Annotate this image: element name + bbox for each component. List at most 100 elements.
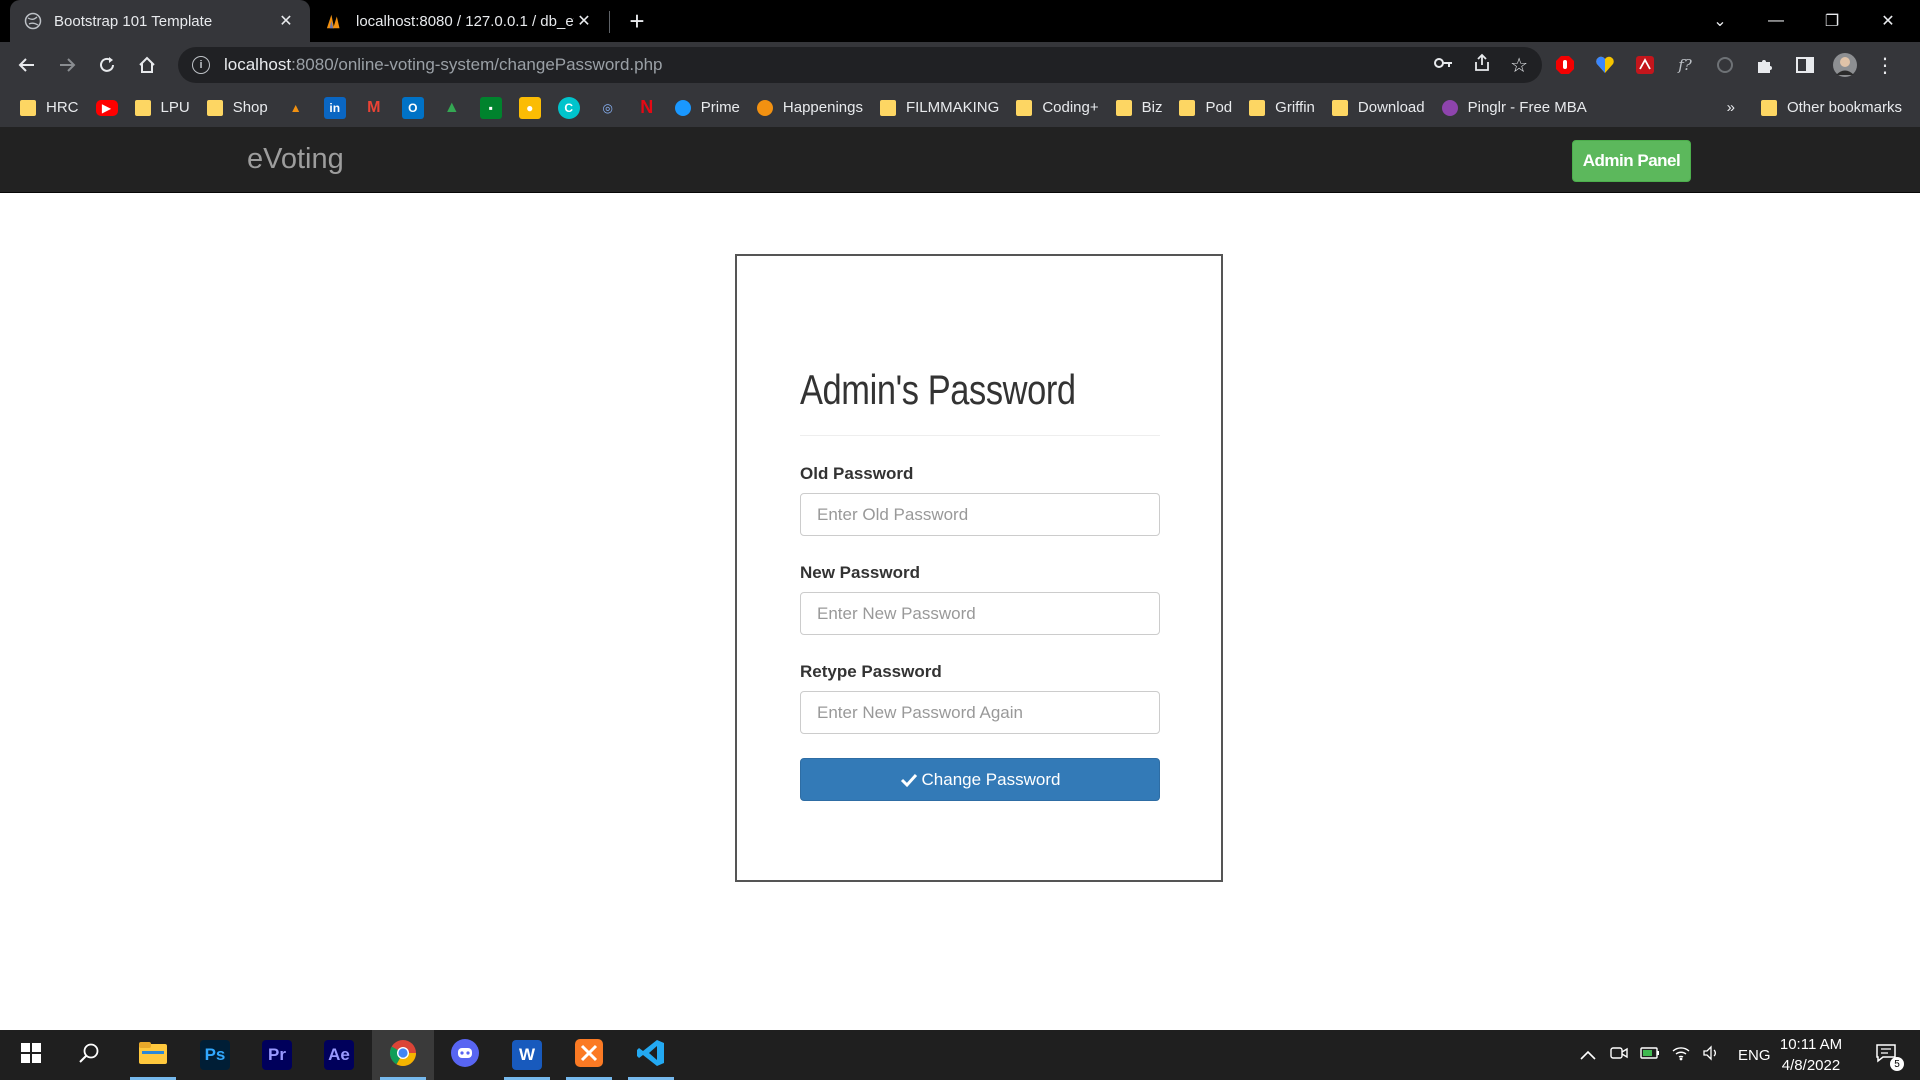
font-finder-icon[interactable]: f?	[1672, 52, 1698, 78]
tab-title: localhost:8080 / 127.0.0.1 / db_ev	[356, 12, 574, 30]
youtube-icon[interactable]: ▶	[95, 99, 118, 116]
gmail-icon[interactable]: M	[363, 97, 385, 119]
clock[interactable]: 10:11 AM 4/8/2022	[1770, 1034, 1852, 1076]
puzzle-icon[interactable]	[1752, 52, 1778, 78]
canva-icon[interactable]: C	[557, 96, 580, 119]
notification-icon: 5	[1875, 1043, 1904, 1071]
star-icon[interactable]: ☆	[1510, 53, 1528, 78]
bookmark-filmmaking[interactable]: FILMMAKING	[879, 99, 999, 116]
close-icon[interactable]: ✕	[276, 11, 296, 31]
checkmark-icon	[900, 772, 918, 788]
new-tab-icon[interactable]: +	[623, 6, 651, 36]
retype-password-label: Retype Password	[800, 662, 942, 681]
tab-phpmyadmin[interactable]: localhost:8080 / 127.0.0.1 / db_ev ✕	[312, 0, 608, 42]
notification-count: 5	[1890, 1057, 1904, 1071]
key-icon[interactable]	[1434, 56, 1454, 75]
xampp-button[interactable]	[558, 1030, 620, 1080]
clock-date: 4/8/2022	[1781, 1057, 1841, 1074]
forward-icon[interactable]	[52, 50, 82, 80]
wifi-icon[interactable]	[1672, 1045, 1690, 1065]
minimize-icon[interactable]: —	[1748, 0, 1804, 42]
linkedin-icon[interactable]: in	[323, 96, 346, 119]
brand-logo[interactable]: eVoting	[247, 143, 344, 176]
bookmarks-right: » Other bookmarks	[1727, 88, 1902, 127]
tab-search-icon[interactable]: ⌄	[1692, 0, 1748, 42]
side-panel-icon[interactable]	[1792, 52, 1818, 78]
search-icon	[78, 1042, 100, 1069]
bookmark-download[interactable]: Download	[1331, 99, 1425, 116]
volume-icon[interactable]	[1702, 1045, 1720, 1065]
bookmark-prime[interactable]: Prime	[674, 99, 740, 116]
new-password-input[interactable]: Enter New Password	[800, 592, 1160, 635]
restore-icon[interactable]: ❐	[1804, 0, 1860, 42]
photoshop-icon: Ps	[200, 1040, 230, 1070]
word-button[interactable]: W	[496, 1030, 558, 1080]
triangle-logo-icon[interactable]: ▲	[285, 97, 307, 119]
retype-password-input[interactable]: Enter New Password Again	[800, 691, 1160, 734]
after-effects-icon: Ae	[324, 1040, 354, 1070]
happenings-icon	[756, 99, 773, 116]
meet-now-icon[interactable]	[1610, 1045, 1628, 1065]
google-drive-icon[interactable]: ▲	[441, 97, 463, 119]
start-button[interactable]	[0, 1030, 62, 1080]
heart-extension-icon[interactable]	[1592, 52, 1618, 78]
google-meet-icon[interactable]: ▪	[479, 96, 502, 119]
folder-icon	[1760, 99, 1777, 116]
reload-icon[interactable]	[92, 50, 122, 80]
vscode-button[interactable]	[620, 1030, 682, 1080]
bookmark-happenings[interactable]: Happenings	[756, 99, 863, 116]
share-icon[interactable]	[1472, 53, 1492, 78]
google-keep-icon[interactable]: ●	[518, 96, 541, 119]
old-password-input[interactable]: Enter Old Password	[800, 493, 1160, 536]
profile-avatar[interactable]	[1832, 52, 1858, 78]
new-password-label: New Password	[800, 563, 920, 582]
tab-title: Bootstrap 101 Template	[54, 12, 213, 30]
folder-icon	[134, 99, 151, 116]
search-button[interactable]	[58, 1030, 120, 1080]
page-title: Admin's Password	[800, 366, 1076, 413]
notifications-button[interactable]: 5	[1866, 1030, 1906, 1080]
bookmark-pod[interactable]: Pod	[1179, 99, 1232, 116]
bookmark-pinglr[interactable]: Pinglr - Free MBA	[1441, 99, 1587, 116]
folder-icon	[1331, 99, 1348, 116]
admin-panel-button[interactable]: Admin Panel	[1572, 140, 1691, 182]
bookmark-shop[interactable]: Shop	[206, 99, 268, 116]
site-info-icon[interactable]: i	[192, 56, 210, 74]
close-icon[interactable]: ✕	[574, 11, 594, 31]
pdf-extension-icon[interactable]	[1632, 52, 1658, 78]
sync-extension-icon[interactable]	[1712, 52, 1738, 78]
bookmarks-bar: HRC ▶ LPU Shop ▲ in M O ▲ ▪ ● C ◎ N Prim…	[0, 88, 1920, 127]
folder-icon	[1249, 99, 1266, 116]
bookmark-griffin[interactable]: Griffin	[1249, 99, 1315, 116]
language-indicator[interactable]: ENG	[1738, 1047, 1771, 1064]
change-password-button[interactable]: Change Password	[800, 758, 1160, 801]
close-window-icon[interactable]: ✕	[1860, 0, 1916, 42]
home-icon[interactable]	[132, 50, 162, 80]
bookmarks-overflow-icon[interactable]: »	[1727, 99, 1735, 116]
podcast-icon[interactable]: ◎	[597, 97, 619, 119]
bookmark-biz[interactable]: Biz	[1115, 99, 1162, 116]
premiere-pro-button[interactable]: Pr	[246, 1030, 308, 1080]
bookmark-coding[interactable]: Coding+	[1016, 99, 1099, 116]
more-menu-icon[interactable]: ⋮	[1872, 52, 1898, 78]
chevron-up-icon[interactable]	[1580, 1047, 1596, 1064]
bookmark-hrc[interactable]: HRC	[20, 99, 79, 116]
netflix-icon[interactable]: N	[636, 97, 658, 119]
chrome-button[interactable]	[372, 1030, 434, 1080]
folder-icon	[206, 99, 223, 116]
tab-bootstrap-template[interactable]: Bootstrap 101 Template ✕	[10, 0, 310, 42]
address-bar[interactable]: i localhost:8080/online-voting-system/ch…	[178, 47, 1542, 83]
folder-icon	[20, 99, 36, 116]
back-icon[interactable]	[12, 50, 42, 80]
bookmark-lpu[interactable]: LPU	[134, 99, 190, 116]
battery-icon[interactable]	[1640, 1046, 1660, 1064]
other-bookmarks[interactable]: Other bookmarks	[1760, 99, 1902, 116]
photoshop-button[interactable]: Ps	[184, 1030, 246, 1080]
adblock-icon[interactable]	[1552, 52, 1578, 78]
outlook-icon[interactable]: O	[401, 96, 424, 119]
old-password-label: Old Password	[800, 464, 914, 483]
folder-icon	[138, 1040, 168, 1071]
file-explorer-button[interactable]	[122, 1030, 184, 1080]
discord-button[interactable]	[434, 1030, 496, 1080]
after-effects-button[interactable]: Ae	[308, 1030, 370, 1080]
